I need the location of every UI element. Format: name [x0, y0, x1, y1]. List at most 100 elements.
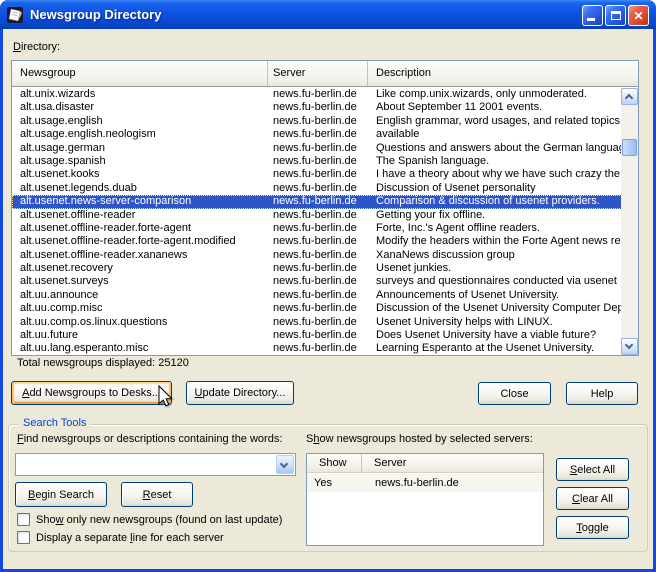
checkbox-show-only-new[interactable]: Show only new newsgroups (found on last …: [17, 513, 282, 526]
total-newsgroups-label: Total newsgroups displayed: 25120: [17, 357, 189, 369]
servers-table-body: Yes news.fu-berlin.de: [307, 474, 543, 545]
cell-description: Usenet junkies.: [376, 262, 452, 275]
server-row[interactable]: Yes news.fu-berlin.de: [307, 474, 543, 492]
directory-label: Directory:: [13, 41, 61, 53]
chevron-up-icon: [624, 93, 634, 103]
combo-dropdown-button[interactable]: [276, 455, 294, 474]
minimize-button[interactable]: [582, 5, 603, 26]
cell-description: I have a theory about why we have such c…: [376, 168, 620, 181]
cell-server: news.fu-berlin.de: [273, 315, 357, 328]
cell-server: news.fu-berlin.de: [273, 342, 357, 355]
close-button[interactable]: Close: [478, 382, 551, 405]
table-row[interactable]: alt.usenet.news-server-comparison news.f…: [12, 195, 621, 209]
cell-newsgroup: alt.usenet.kooks: [20, 168, 100, 181]
cell-newsgroup: alt.uu.comp.misc: [20, 302, 103, 315]
table-row[interactable]: alt.uu.comp.os.linux.questions news.fu-b…: [12, 316, 621, 329]
servers-table-header: Show Server: [307, 454, 543, 473]
find-combobox: [15, 453, 296, 476]
cell-server: news.fu-berlin.de: [273, 275, 357, 288]
checkbox-separate-line[interactable]: Display a separate line for each server: [17, 531, 224, 544]
cell-server: news.fu-berlin.de: [273, 302, 357, 315]
cell-server: news.fu-berlin.de: [273, 101, 357, 114]
table-row[interactable]: alt.usenet.recovery news.fu-berlin.de Us…: [12, 262, 621, 275]
cell-description: Getting your fix offline.: [376, 208, 486, 221]
cell-description: Modify the headers within the Forte Agen…: [376, 235, 621, 248]
cell-newsgroup: alt.usenet.offline-reader.forte-agent: [20, 221, 192, 234]
find-input[interactable]: [18, 456, 273, 473]
table-row[interactable]: alt.uu.announce news.fu-berlin.de Announ…: [12, 289, 621, 302]
vertical-scrollbar[interactable]: [621, 88, 638, 355]
toggle-button[interactable]: Toggle: [556, 516, 629, 539]
cell-show: Yes: [314, 477, 332, 489]
servers-header-server[interactable]: Server: [362, 454, 543, 472]
table-row[interactable]: alt.usage.german news.fu-berlin.de Quest…: [12, 142, 621, 155]
update-directory-button[interactable]: Update Directory...: [186, 381, 294, 405]
column-header-newsgroup[interactable]: Newsgroup: [12, 61, 268, 86]
table-row[interactable]: alt.unix.wizards news.fu-berlin.de Like …: [12, 88, 621, 101]
cell-server: news.fu-berlin.de: [273, 195, 357, 208]
table-row[interactable]: alt.uu.future news.fu-berlin.de Does Use…: [12, 329, 621, 342]
cell-description: Discussion of the Usenet University Comp…: [376, 302, 621, 315]
cell-newsgroup: alt.usenet.news-server-comparison: [20, 195, 192, 208]
table-row[interactable]: alt.usage.english news.fu-berlin.de Engl…: [12, 115, 621, 128]
cell-newsgroup: alt.usenet.offline-reader: [20, 208, 136, 221]
servers-header-show[interactable]: Show: [307, 454, 362, 472]
table-row[interactable]: alt.usenet.legends.duab news.fu-berlin.d…: [12, 182, 621, 195]
checkbox-separate-line-label: Display a separate line for each server: [36, 531, 224, 544]
checkbox-icon: [17, 513, 30, 526]
find-label: Find newsgroups or descriptions containi…: [17, 433, 283, 445]
window-title: Newsgroup Directory: [30, 7, 162, 22]
title-bar[interactable]: Newsgroup Directory ✕: [0, 0, 656, 29]
cell-description: Discussion of Usenet personality: [376, 181, 536, 194]
close-icon: ✕: [633, 9, 644, 23]
cell-newsgroup: alt.usage.english: [20, 114, 103, 127]
close-window-button[interactable]: ✕: [628, 5, 649, 26]
cell-description: Announcements of Usenet University.: [376, 288, 560, 301]
table-row[interactable]: alt.usenet.offline-reader.xananews news.…: [12, 249, 621, 262]
cell-description: Forte, Inc.'s Agent offline readers.: [376, 221, 540, 234]
column-header-server[interactable]: Server: [268, 61, 368, 86]
table-row[interactable]: alt.usage.english.neologism news.fu-berl…: [12, 128, 621, 141]
cell-description: Like comp.unix.wizards, only unmoderated…: [376, 88, 587, 100]
table-row[interactable]: alt.usa.disaster news.fu-berlin.de About…: [12, 101, 621, 114]
cell-newsgroup: alt.uu.future: [20, 329, 79, 342]
cell-description: available: [376, 128, 420, 141]
column-header-description[interactable]: Description: [368, 61, 638, 86]
table-row[interactable]: alt.usenet.kooks news.fu-berlin.de I hav…: [12, 168, 621, 181]
cell-server: news.fu-berlin.de: [273, 88, 357, 100]
table-row[interactable]: alt.usenet.offline-reader.forte-agent ne…: [12, 222, 621, 235]
cell-server: news.fu-berlin.de: [273, 248, 357, 261]
begin-search-button[interactable]: Begin Search: [15, 482, 107, 507]
servers-label: Show newsgroups hosted by selected serve…: [306, 433, 533, 445]
scroll-up-button[interactable]: [621, 88, 638, 105]
select-all-button[interactable]: Select All: [556, 458, 629, 481]
minimize-icon: [587, 18, 595, 21]
maximize-button[interactable]: [605, 5, 626, 26]
cell-server: news.fu-berlin.de: [273, 168, 357, 181]
table-row[interactable]: alt.usenet.surveys news.fu-berlin.de sur…: [12, 275, 621, 288]
newsgroup-app-icon[interactable]: [7, 6, 25, 24]
help-button[interactable]: Help: [566, 382, 638, 405]
cell-description: XanaNews discussion group: [376, 248, 515, 261]
table-row[interactable]: alt.uu.comp.misc news.fu-berlin.de Discu…: [12, 302, 621, 315]
table-row[interactable]: alt.usenet.offline-reader.forte-agent.mo…: [12, 235, 621, 248]
cell-description: The Spanish language.: [376, 154, 490, 167]
table-row[interactable]: alt.usenet.offline-reader news.fu-berlin…: [12, 209, 621, 222]
scroll-thumb[interactable]: [622, 139, 637, 156]
chevron-down-icon: [624, 340, 634, 350]
newsgroup-table: Newsgroup Server Description alt.unix.wi…: [11, 60, 639, 356]
table-row[interactable]: alt.uu.lang.esperanto.misc news.fu-berli…: [12, 342, 621, 355]
chevron-down-icon: [279, 459, 289, 469]
reset-button[interactable]: Reset: [121, 482, 193, 507]
cell-newsgroup: alt.usage.spanish: [20, 154, 106, 167]
search-tools-title: Search Tools: [19, 417, 91, 429]
table-row[interactable]: alt.usage.spanish news.fu-berlin.de The …: [12, 155, 621, 168]
scroll-down-button[interactable]: [621, 338, 638, 355]
cell-newsgroup: alt.uu.announce: [20, 288, 99, 301]
cell-server: news.fu-berlin.de: [273, 235, 357, 248]
cell-newsgroup: alt.usenet.offline-reader.xananews: [20, 248, 188, 261]
cell-newsgroup: alt.usenet.offline-reader.forte-agent.mo…: [20, 235, 236, 248]
clear-all-button[interactable]: Clear All: [556, 487, 629, 510]
add-newsgroups-button[interactable]: Add Newsgroups to Desks...: [11, 381, 172, 405]
cell-server: news.fu-berlin.de: [273, 141, 357, 154]
